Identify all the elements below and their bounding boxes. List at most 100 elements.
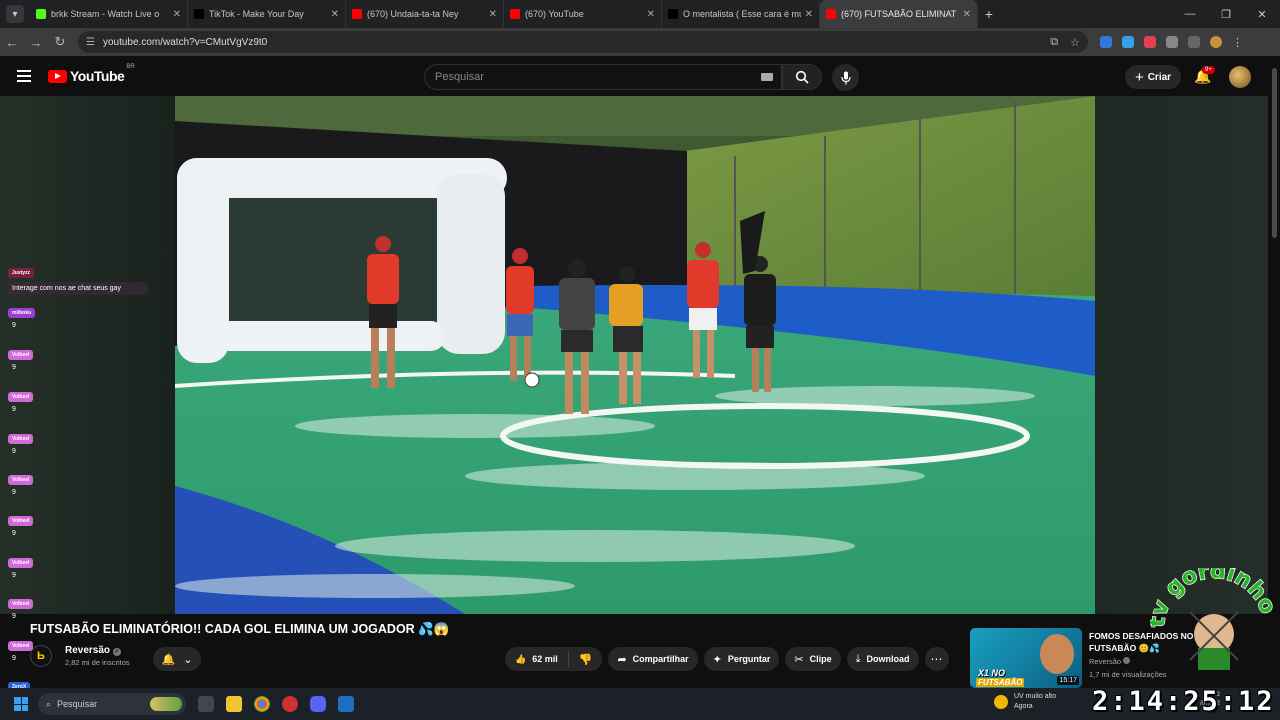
download-button[interactable]: ⤓ Download: [846, 647, 919, 671]
youtube-icon: [826, 9, 836, 19]
stream-timer-overlay: 2:14:25:12: [1092, 686, 1275, 717]
like-button[interactable]: 👍 62 mil: [505, 651, 569, 667]
verified-icon: [1123, 657, 1131, 664]
channel-name-row[interactable]: Reversão ✓: [65, 645, 130, 656]
close-tab-icon[interactable]: ✕: [963, 9, 971, 20]
browser-tab[interactable]: (670) FUTSABÃO ELIMINAT ✕: [820, 0, 978, 28]
channel-name[interactable]: Reversão: [65, 645, 110, 656]
download-label: Download: [866, 654, 910, 664]
chat-message: Volbeel 9: [8, 551, 148, 579]
thumbs-up-icon: 👍: [515, 653, 527, 664]
recommended-thumbnail[interactable]: X1 NO FUTSABÃO 15:17: [970, 628, 1082, 688]
extension-icon[interactable]: [1100, 36, 1112, 48]
video-player[interactable]: [175, 96, 1095, 614]
url-bar[interactable]: ☰ youtube.com/watch?v=CMutVgVz9t0 ⧉ ☆: [78, 31, 1088, 53]
create-label: Criar: [1147, 71, 1172, 83]
close-tab-icon[interactable]: ✕: [173, 9, 181, 20]
voice-search-button[interactable]: [832, 64, 859, 91]
chat-username: milboku: [8, 308, 36, 318]
browser-tab[interactable]: brkk Stream - Watch Live o ✕: [30, 0, 188, 28]
maximize-button[interactable]: ❐: [1208, 8, 1244, 21]
youtube-icon: [352, 9, 362, 19]
browser-tab[interactable]: O mentalista ( Esse cara é mui ✕: [662, 0, 820, 28]
extension-icon[interactable]: [1144, 36, 1156, 48]
account-avatar[interactable]: [1229, 66, 1251, 88]
chat-message: Volbeel 9: [8, 343, 148, 371]
search-placeholder: Pesquisar: [435, 71, 484, 83]
browser-tab-bar: ▾ brkk Stream - Watch Live o ✕ TikTok - Ma…: [0, 0, 1280, 28]
video-title: FUTSABÃO ELIMINATÓRIO!! CADA GOL ELIMINA…: [30, 622, 450, 636]
recommended-channel[interactable]: Reversão: [1089, 657, 1121, 666]
share-button[interactable]: ➦ Compartilhar: [608, 647, 698, 671]
site-info-icon[interactable]: ☰: [86, 37, 95, 48]
new-tab-button[interactable]: +: [978, 6, 1000, 22]
chat-username: Volbeel: [8, 350, 34, 360]
browser-tab[interactable]: (670) YouTube ✕: [504, 0, 662, 28]
search-input[interactable]: Pesquisar: [424, 64, 782, 90]
region-code: BR: [126, 64, 135, 70]
puzzle-icon[interactable]: [1166, 36, 1178, 48]
windows-start-icon[interactable]: [14, 697, 28, 711]
chat-username: Volbeel: [8, 558, 34, 568]
ask-button[interactable]: ✦ Perguntar: [703, 647, 780, 671]
search-button[interactable]: [782, 64, 822, 90]
more-dots-icon: ⋯: [930, 652, 943, 666]
thumbnail-person: [1040, 634, 1074, 674]
chat-message: Volbeel 9: [8, 427, 148, 455]
discord-icon[interactable]: [310, 696, 326, 712]
streamer-watermark: tv gordinho: [1150, 568, 1278, 670]
keyboard-icon[interactable]: [761, 73, 773, 81]
close-tab-icon[interactable]: ✕: [331, 9, 339, 20]
dislike-button[interactable]: 👎: [569, 653, 603, 666]
video-duration: 15:17: [1057, 676, 1079, 685]
close-tab-icon[interactable]: ✕: [489, 9, 497, 20]
task-view-icon[interactable]: [198, 696, 214, 712]
browser-tab[interactable]: TikTok - Make Your Day ✕: [188, 0, 346, 28]
weather-widget[interactable]: UV muito alto Agora: [994, 692, 1056, 712]
bookmark-star-icon[interactable]: ☆: [1070, 36, 1080, 49]
chat-message: milboku 9: [8, 301, 148, 329]
create-button[interactable]: + Criar: [1125, 65, 1181, 89]
tiktok-icon: [668, 9, 678, 19]
tab-title: (670) Undaia-ta-ta Ney: [367, 9, 459, 19]
reload-button[interactable]: ↻: [48, 34, 72, 50]
hamburger-menu-icon[interactable]: [17, 70, 31, 82]
extension-icon[interactable]: [1122, 36, 1134, 48]
close-tab-icon[interactable]: ✕: [647, 9, 655, 20]
close-window-button[interactable]: ✕: [1244, 8, 1280, 21]
channel-avatar[interactable]: Ь: [30, 645, 52, 667]
chat-text: 9: [12, 406, 16, 413]
tab-search-button[interactable]: ▾: [6, 5, 24, 23]
windows-taskbar: ⌕ Pesquisar: [0, 688, 1280, 720]
cast-icon[interactable]: ⧉: [1050, 36, 1058, 49]
weather-text: UV muito alto: [1014, 693, 1057, 700]
youtube-play-icon: [48, 69, 67, 83]
youtube-header: YouTube BR Pesquisar + Criar 🔔 9+: [0, 56, 1280, 96]
steam-icon[interactable]: [338, 696, 354, 712]
chrome-icon[interactable]: [254, 696, 270, 712]
taskbar-apps: [198, 696, 354, 712]
forward-button[interactable]: →: [24, 35, 48, 50]
minimize-button[interactable]: —: [1172, 8, 1208, 20]
taskbar-search[interactable]: ⌕ Pesquisar: [38, 693, 186, 715]
tab-title: brkk Stream - Watch Live o: [51, 9, 160, 19]
profile-icon[interactable]: [1210, 36, 1222, 48]
chat-text: 9: [12, 322, 16, 329]
close-tab-icon[interactable]: ✕: [805, 9, 813, 20]
clip-button[interactable]: ✂ Clipe: [785, 647, 841, 671]
more-actions-button[interactable]: ⋯: [924, 647, 949, 671]
back-button[interactable]: ←: [0, 35, 24, 50]
file-explorer-icon[interactable]: [226, 696, 242, 712]
reading-list-icon[interactable]: [1188, 36, 1200, 48]
clip-label: Clipe: [809, 654, 832, 664]
notification-badge: 9+: [1202, 66, 1215, 74]
browser-tab[interactable]: (670) Undaia-ta-ta Ney ✕: [346, 0, 504, 28]
app-icon[interactable]: [282, 696, 298, 712]
youtube-logo[interactable]: YouTube BR: [48, 64, 135, 84]
chat-text: 9: [12, 613, 16, 620]
menu-dots-icon[interactable]: ⋮: [1232, 36, 1243, 49]
chat-username: Volbeel: [8, 434, 34, 444]
search-icon: ⌕: [46, 698, 52, 709]
chat-message: Volbeel 9: [8, 592, 148, 620]
subscribed-bell-button[interactable]: 🔔 ⌄: [153, 647, 201, 671]
